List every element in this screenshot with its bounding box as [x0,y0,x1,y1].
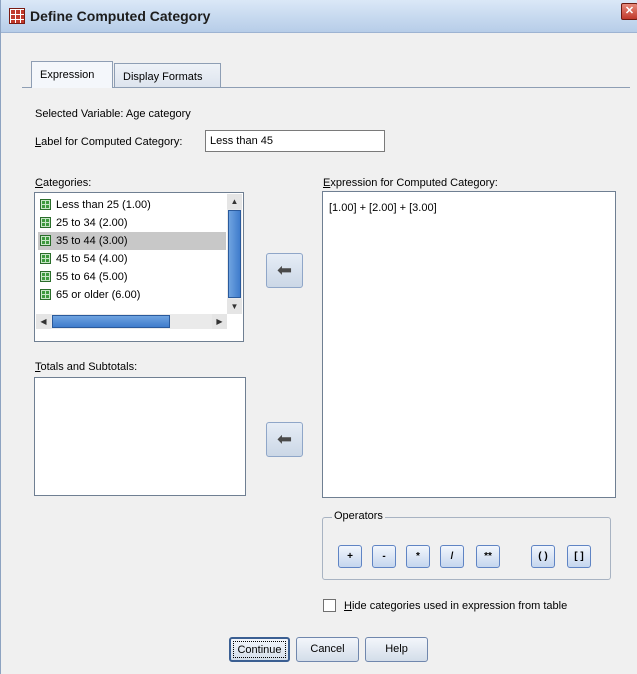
categories-listbox[interactable]: Less than 25 (1.00) 25 to 34 (2.00) 35 t… [34,192,244,342]
close-button[interactable]: ✕ [621,3,637,20]
expression-textbox[interactable]: [1.00] + [2.00] + [3.00] [322,191,616,498]
power-operator-button[interactable]: ** [476,545,500,568]
scroll-up-icon[interactable]: ▲ [227,194,242,209]
plus-operator-button[interactable]: + [338,545,362,568]
totals-listbox[interactable] [34,377,246,496]
title-bar[interactable]: Define Computed Category ✕ [1,0,637,33]
list-item[interactable]: 45 to 54 (4.00) [38,250,226,268]
move-totals-button[interactable]: ⬅ [266,422,303,457]
tab-display-formats[interactable]: Display Formats [114,63,221,87]
scroll-down-icon[interactable]: ▼ [227,299,242,314]
expression-header: Expression for Computed Category: [323,177,498,189]
list-item[interactable]: 35 to 44 (3.00) [38,232,226,250]
list-item[interactable]: 25 to 34 (2.00) [38,214,226,232]
brackets-operator-button[interactable]: [ ] [567,545,591,568]
tab-label: Expression [40,69,95,81]
category-icon [40,289,51,300]
category-icon [40,235,51,246]
list-item[interactable]: 65 or older (6.00) [38,286,226,304]
scroll-right-icon[interactable]: ▶ [212,314,227,329]
scroll-thumb[interactable] [228,210,241,298]
arrow-left-icon: ⬅ [276,260,293,280]
list-item[interactable]: Less than 25 (1.00) [38,196,226,214]
hide-categories-label: Hide categories used in expression from … [344,600,568,612]
multiply-operator-button[interactable]: * [406,545,430,568]
dialog-window: Define Computed Category ✕ Expression Di… [0,0,637,674]
vertical-scrollbar[interactable]: ▲ ▼ [227,194,242,314]
horizontal-scrollbar[interactable]: ◀ ▶ [36,314,227,329]
totals-header: Totals and Subtotals: [35,361,138,373]
expression-text: [1.00] + [2.00] + [3.00] [329,202,437,214]
tab-label: Display Formats [123,71,203,83]
table-app-icon [9,8,25,24]
category-icon [40,199,51,210]
label-field-label: Label for Computed Category: [35,136,183,148]
scroll-thumb[interactable] [52,315,170,328]
selected-variable-text: Selected Variable: Age category [35,108,191,120]
categories-header: Categories: [35,177,92,189]
cancel-button[interactable]: Cancel [296,637,359,662]
category-icon [40,217,51,228]
label-input[interactable] [205,130,385,152]
scroll-left-icon[interactable]: ◀ [36,314,51,329]
category-icon [40,271,51,282]
divide-operator-button[interactable]: / [440,545,464,568]
window-title: Define Computed Category [30,8,211,24]
list-item[interactable]: 55 to 64 (5.00) [38,268,226,286]
minus-operator-button[interactable]: - [372,545,396,568]
continue-button[interactable]: Continue [229,637,290,662]
move-to-expression-button[interactable]: ⬅ [266,253,303,288]
operators-legend: Operators [332,510,385,522]
parentheses-operator-button[interactable]: ( ) [531,545,555,568]
help-button[interactable]: Help [365,637,428,662]
arrow-left-icon: ⬅ [276,429,293,449]
category-icon [40,253,51,264]
hide-categories-checkbox[interactable] [323,599,336,612]
tab-expression[interactable]: Expression [31,61,113,88]
